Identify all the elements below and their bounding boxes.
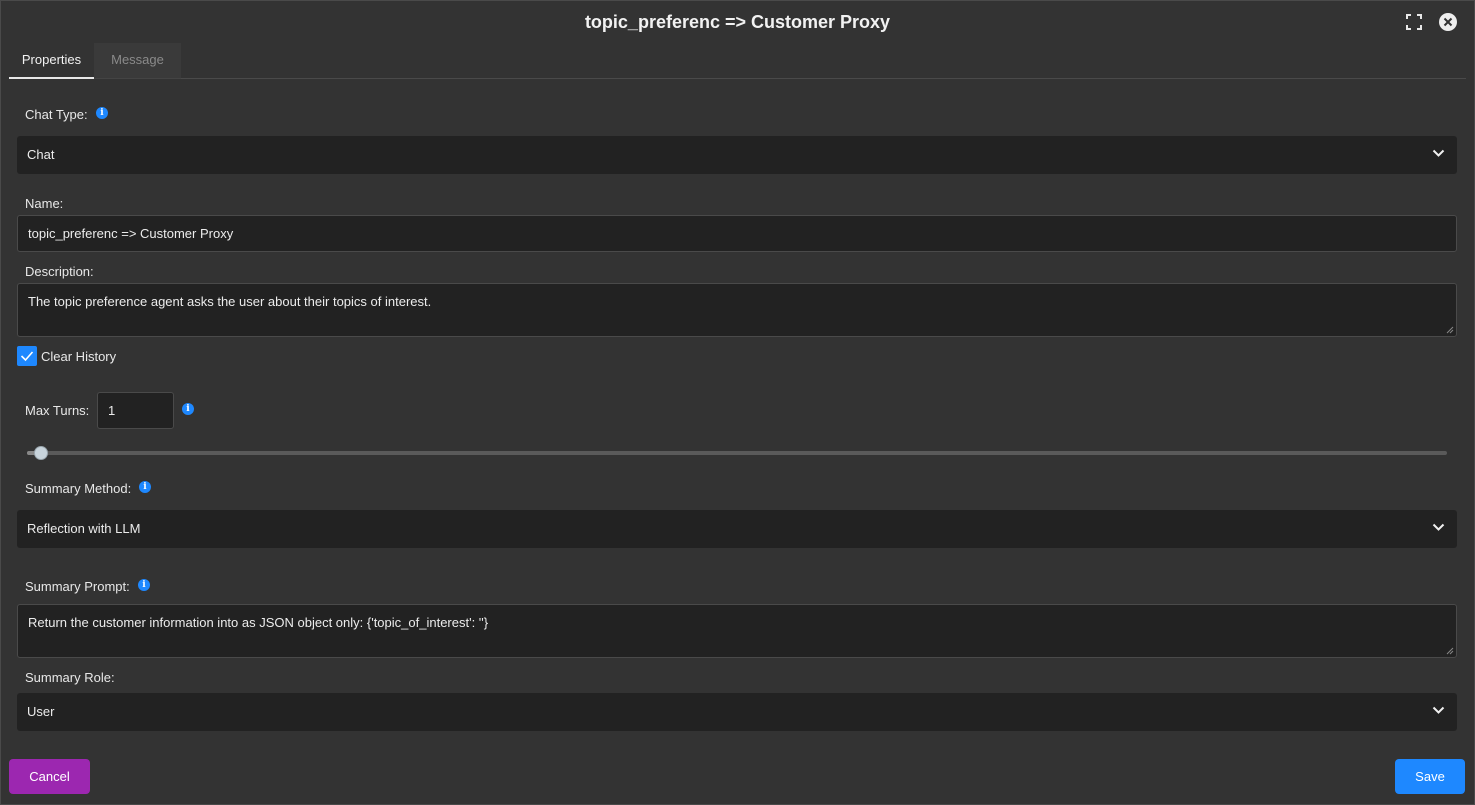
summary-method-value: Reflection with LLM	[27, 521, 141, 536]
description-label: Description:	[25, 264, 94, 279]
clear-history-checkbox[interactable]	[17, 346, 37, 366]
description-textarea[interactable]: The topic preference agent asks the user…	[17, 283, 1457, 337]
chevron-down-icon	[1432, 149, 1445, 157]
max-turns-input[interactable]: 1	[97, 392, 174, 429]
info-icon[interactable]: i	[182, 403, 194, 415]
info-icon[interactable]: i	[138, 579, 150, 591]
summary-method-select[interactable]: Reflection with LLM	[17, 510, 1457, 548]
tab-properties[interactable]: Properties	[9, 43, 94, 79]
name-input[interactable]: topic_preferenc => Customer Proxy	[17, 215, 1457, 252]
fullscreen-icon[interactable]	[1404, 12, 1424, 32]
summary-prompt-textarea[interactable]: Return the customer information into as …	[17, 604, 1457, 658]
resize-handle-icon[interactable]	[1446, 326, 1454, 334]
chat-type-value: Chat	[27, 147, 55, 162]
info-icon[interactable]: i	[139, 481, 151, 493]
tab-bar: Properties Message	[9, 43, 1466, 79]
tab-message[interactable]: Message	[94, 43, 181, 79]
summary-prompt-value: Return the customer information into as …	[28, 615, 489, 630]
summary-role-value: User	[27, 704, 55, 719]
summary-role-select[interactable]: User	[17, 693, 1457, 731]
info-icon[interactable]: i	[96, 107, 108, 119]
chevron-down-icon	[1432, 706, 1445, 714]
dialog-title: topic_preferenc => Customer Proxy	[584, 12, 891, 32]
clear-history-label: Clear History	[41, 349, 117, 364]
resize-handle-icon[interactable]	[1446, 647, 1454, 655]
max-turns-slider[interactable]	[27, 446, 1447, 460]
slider-thumb[interactable]	[34, 446, 49, 460]
summary-method-label: Summary Method:	[25, 481, 132, 496]
save-button[interactable]: Save	[1395, 759, 1465, 794]
chat-type-label: Chat Type:	[25, 107, 88, 122]
name-label: Name:	[25, 196, 64, 211]
check-icon	[20, 351, 34, 362]
summary-prompt-label: Summary Prompt:	[25, 579, 130, 594]
chat-type-select[interactable]: Chat	[17, 136, 1457, 174]
description-value: The topic preference agent asks the user…	[28, 294, 432, 309]
dialog: topic_preferenc => Customer Proxy Proper…	[0, 0, 1475, 805]
max-turns-label: Max Turns:	[25, 403, 90, 418]
summary-role-label: Summary Role:	[25, 670, 115, 685]
chevron-down-icon	[1432, 523, 1445, 531]
cancel-button[interactable]: Cancel	[9, 759, 90, 794]
close-icon[interactable]	[1438, 12, 1458, 32]
